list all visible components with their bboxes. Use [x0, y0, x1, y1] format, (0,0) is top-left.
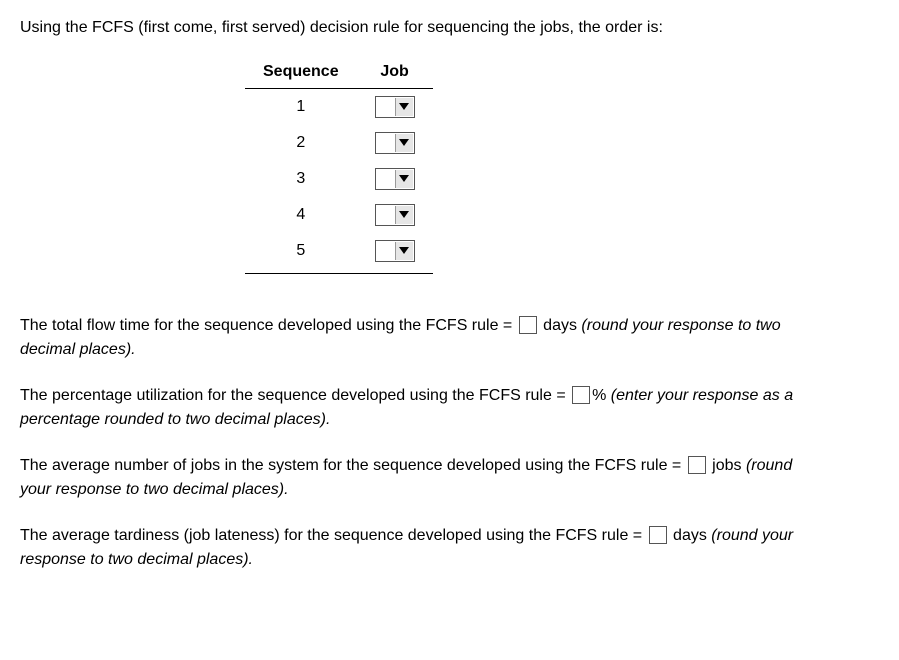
sequence-cell: 3: [245, 161, 357, 197]
intro-text: Using the FCFS (first come, first served…: [20, 16, 879, 40]
question-avg-jobs: The average number of jobs in the system…: [20, 454, 820, 502]
chevron-down-icon: [395, 242, 413, 260]
question-utilization: The percentage utilization for the seque…: [20, 384, 820, 432]
chevron-down-icon: [395, 134, 413, 152]
col-header-sequence: Sequence: [245, 58, 357, 89]
sequence-cell: 4: [245, 197, 357, 233]
job-dropdown-4[interactable]: [375, 204, 415, 226]
sequence-cell: 1: [245, 89, 357, 126]
chevron-down-icon: [395, 206, 413, 224]
question-tardiness: The average tardiness (job lateness) for…: [20, 524, 820, 572]
chevron-down-icon: [395, 170, 413, 188]
flow-time-input[interactable]: [519, 316, 537, 334]
sequence-table: Sequence Job 1 2: [245, 58, 433, 274]
q3-unit: jobs: [708, 457, 746, 474]
utilization-input[interactable]: [572, 386, 590, 404]
sequence-table-wrap: Sequence Job 1 2: [245, 58, 879, 274]
col-header-job: Job: [357, 58, 433, 89]
sequence-cell: 2: [245, 125, 357, 161]
job-dropdown-3[interactable]: [375, 168, 415, 190]
q1-unit: days: [539, 317, 582, 334]
table-row: 4: [245, 197, 433, 233]
q1-pre: The total flow time for the sequence dev…: [20, 317, 517, 334]
q2-pre: The percentage utilization for the seque…: [20, 387, 570, 404]
table-row: 5: [245, 233, 433, 274]
chevron-down-icon: [395, 98, 413, 116]
q4-unit: days: [669, 527, 712, 544]
q4-pre: The average tardiness (job lateness) for…: [20, 527, 647, 544]
table-row: 3: [245, 161, 433, 197]
tardiness-input[interactable]: [649, 526, 667, 544]
table-row: 2: [245, 125, 433, 161]
q2-unit: %: [592, 387, 611, 404]
job-dropdown-5[interactable]: [375, 240, 415, 262]
avg-jobs-input[interactable]: [688, 456, 706, 474]
job-dropdown-2[interactable]: [375, 132, 415, 154]
table-row: 1: [245, 89, 433, 126]
job-dropdown-1[interactable]: [375, 96, 415, 118]
sequence-cell: 5: [245, 233, 357, 274]
question-flow-time: The total flow time for the sequence dev…: [20, 314, 820, 362]
q3-pre: The average number of jobs in the system…: [20, 457, 686, 474]
